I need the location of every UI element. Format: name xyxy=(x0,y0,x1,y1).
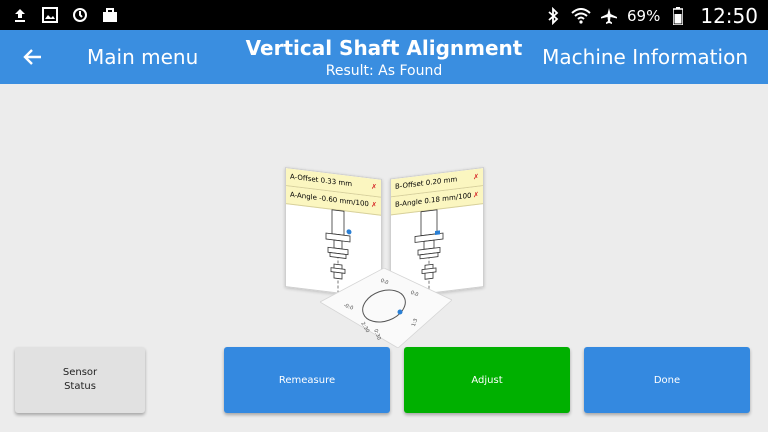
sensor-dial-panel: 0:0 0:0 -0:0 1:3 2:30 0:30 xyxy=(320,268,452,348)
machine-information-link[interactable]: Machine Information xyxy=(542,45,748,69)
airplane-icon xyxy=(599,6,619,26)
status-bar: 69% 12:50 xyxy=(0,0,768,30)
sensor-status-button[interactable]: Sensor Status xyxy=(15,347,145,413)
adjust-button[interactable]: Adjust xyxy=(404,347,570,413)
sensor-status-label-line1: Sensor xyxy=(62,367,98,378)
upload-icon xyxy=(10,5,30,25)
wifi-icon xyxy=(571,6,591,26)
a-angle-fail-icon: ✗ xyxy=(371,200,377,210)
battery-percent: 69% xyxy=(627,7,661,25)
bluetooth-icon xyxy=(543,6,563,26)
app-bar: Main menu Vertical Shaft Alignment Resul… xyxy=(0,30,768,84)
remeasure-button[interactable]: Remeasure xyxy=(224,347,390,413)
done-button[interactable]: Done xyxy=(584,347,750,413)
briefcase-icon xyxy=(100,5,120,25)
a-offset-fail-icon: ✗ xyxy=(371,182,377,192)
battery-icon xyxy=(668,6,688,26)
sync-icon xyxy=(70,5,90,25)
sensor-status-label-line2: Status xyxy=(64,381,96,392)
a-offset-value: A-Offset 0.33 mm xyxy=(290,172,353,189)
image-icon xyxy=(40,5,60,25)
b-offset-fail-icon: ✗ xyxy=(473,172,479,182)
clock: 12:50 xyxy=(700,4,758,28)
b-offset-value: B-Offset 0.20 mm xyxy=(395,175,458,191)
status-right-icons: 69% 12:50 xyxy=(543,4,758,28)
status-left-icons xyxy=(10,5,120,25)
